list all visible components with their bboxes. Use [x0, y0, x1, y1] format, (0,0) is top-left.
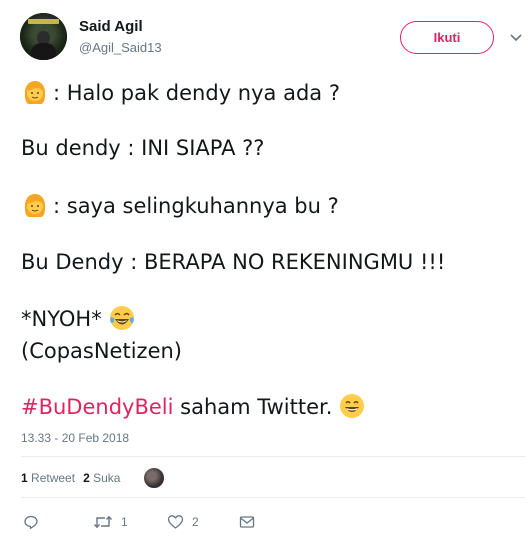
- liker-avatar[interactable]: [143, 467, 165, 489]
- woman-emoji: [21, 78, 49, 106]
- tweet-line-7-text: saham Twitter.: [173, 395, 333, 419]
- reply-icon: [23, 514, 39, 530]
- tweet-line-6: (CopasNetizen): [21, 339, 182, 363]
- avatar[interactable]: [20, 13, 67, 60]
- tweet-card: Said Agil @Agil_Said13 Ikuti : Halo pak …: [0, 0, 529, 541]
- user-handle[interactable]: @Agil_Said13: [79, 40, 162, 55]
- retweets-stat[interactable]: 1 Retweet: [21, 471, 75, 485]
- divider: [21, 497, 525, 498]
- tweet-line-2: Bu dendy : INI SIAPA ??: [21, 136, 265, 160]
- heart-icon: [167, 514, 184, 530]
- tweet-line-4: Bu Dendy : BERAPA NO REKENINGMU !!!: [21, 250, 446, 274]
- direct-message-button[interactable]: [239, 512, 255, 532]
- tweet-line-7: #BuDendyBeli saham Twitter.: [21, 392, 366, 421]
- tears-of-joy-emoji: [108, 304, 136, 332]
- message-icon: [239, 515, 255, 529]
- tweet-line-1: : Halo pak dendy nya ada ?: [21, 78, 340, 107]
- reply-button[interactable]: [23, 512, 39, 532]
- retweet-icon: [93, 514, 113, 530]
- chevron-down-icon[interactable]: [509, 30, 523, 44]
- tweet-line-3: : saya selingkuhannya bu ?: [21, 191, 339, 220]
- follow-button[interactable]: Ikuti: [400, 21, 494, 54]
- like-button[interactable]: 2: [167, 512, 199, 532]
- retweet-count: 1: [121, 515, 128, 529]
- like-count: 2: [192, 515, 199, 529]
- hashtag-link[interactable]: #BuDendyBeli: [21, 395, 173, 419]
- tweet-stats: 1 Retweet 2 Suka: [21, 471, 120, 485]
- user-name[interactable]: Said Agil: [79, 18, 143, 35]
- retweet-button[interactable]: 1: [93, 512, 128, 532]
- tweet-line-1-text: : Halo pak dendy nya ada ?: [53, 81, 340, 105]
- tweet-line-3-text: : saya selingkuhannya bu ?: [53, 194, 339, 218]
- grinning-emoji: [338, 392, 366, 420]
- divider: [21, 456, 525, 457]
- tweet-timestamp[interactable]: 13.33 - 20 Feb 2018: [21, 431, 129, 445]
- tweet-line-5-text: *NYOH*: [21, 307, 102, 331]
- woman-emoji: [21, 191, 49, 219]
- likes-stat[interactable]: 2 Suka: [83, 471, 120, 485]
- tweet-line-5: *NYOH*: [21, 304, 136, 333]
